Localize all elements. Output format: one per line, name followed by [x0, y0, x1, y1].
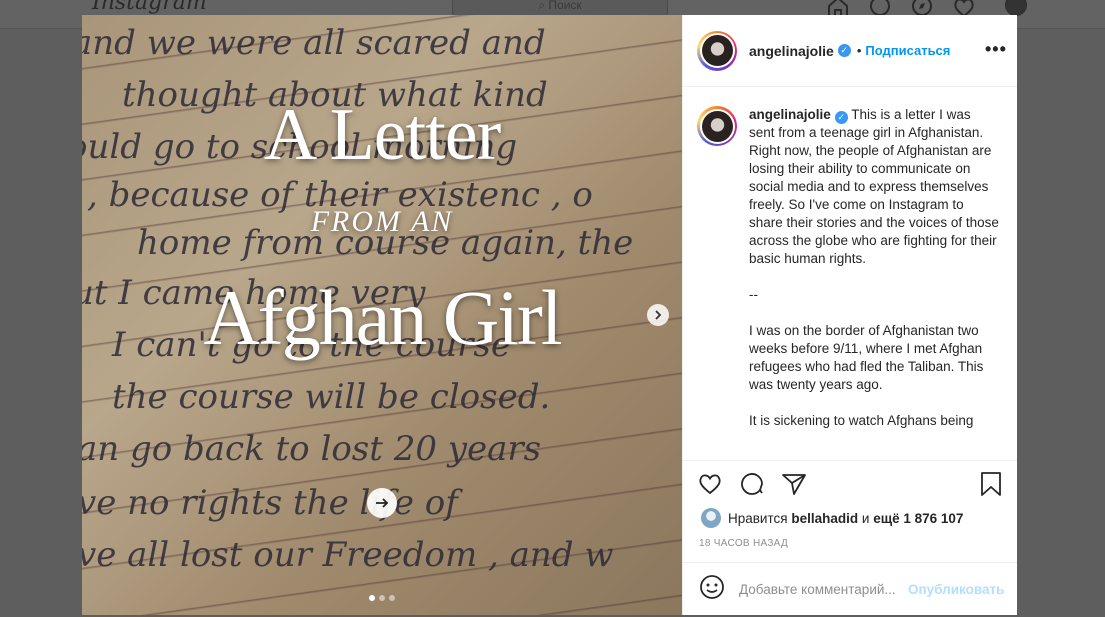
- actions-section: Нравится bellahadid и ещё 1 876 107 18 Ч…: [683, 460, 1017, 615]
- post-modal: and we were all scared and thought about…: [82, 15, 1017, 615]
- caption-story-ring[interactable]: [697, 106, 737, 146]
- comment-form: Добавьте комментарий... Опубликовать: [683, 562, 1017, 616]
- carousel-dot-active: [369, 595, 375, 601]
- likes-count[interactable]: ещё 1 876 107: [873, 511, 963, 526]
- instagram-logo[interactable]: Instagram: [92, 0, 207, 15]
- slide-title-line1: A Letter: [263, 94, 502, 176]
- verified-badge-icon: ✓: [837, 44, 851, 57]
- comment-input[interactable]: Добавьте комментарий...: [739, 582, 904, 597]
- bookmark-icon[interactable]: [978, 471, 1004, 497]
- header-separator: •: [856, 43, 862, 58]
- caption-avatar[interactable]: [701, 110, 733, 142]
- author-username[interactable]: angelinajolie: [749, 43, 834, 59]
- slide-title-line2: FROM AN: [310, 205, 454, 238]
- liker-avatar[interactable]: [701, 508, 721, 528]
- search-input[interactable]: ⌕ Поиск: [452, 0, 668, 16]
- handwriting-line: the course will be closed.: [112, 377, 551, 417]
- comment-icon[interactable]: [739, 471, 765, 497]
- liker-username[interactable]: bellahadid: [791, 511, 858, 526]
- search-placeholder: Поиск: [548, 0, 582, 12]
- caption-username[interactable]: angelinajolie: [749, 107, 831, 122]
- carousel-dot: [379, 595, 385, 601]
- handwriting-line: an go back to lost 20 years: [82, 429, 542, 469]
- more-options-icon[interactable]: •••: [985, 39, 1007, 60]
- handwriting-line: ve no rights the life of: [82, 483, 458, 523]
- publish-button[interactable]: Опубликовать: [908, 582, 1004, 597]
- profile-avatar[interactable]: [1005, 0, 1027, 16]
- post-media[interactable]: and we were all scared and thought about…: [82, 15, 682, 615]
- caption-body: This is a letter I was sent from a teena…: [749, 107, 999, 428]
- post-header: angelinajolie ✓ • Подписаться •••: [683, 15, 1017, 87]
- verified-badge-icon: ✓: [834, 110, 848, 124]
- like-heart-icon[interactable]: [697, 471, 723, 497]
- carousel-dots: [369, 595, 395, 601]
- post-sidebar: angelinajolie ✓ • Подписаться ••• angeli…: [682, 15, 1017, 615]
- handwriting-line: and we were all scared and: [82, 23, 546, 63]
- action-icons: [697, 471, 807, 497]
- caption-area: angelinajolie ✓ This is a letter I was se…: [683, 88, 1017, 460]
- story-ring[interactable]: [697, 30, 737, 71]
- carousel-dot: [389, 595, 395, 601]
- caption-text: angelinajolie ✓ This is a letter I was se…: [749, 106, 999, 460]
- handwriting-line: ve all lost our Freedom , and w: [82, 535, 614, 575]
- arrow-right-icon: [367, 488, 397, 518]
- likes-prefix: Нравится: [728, 510, 788, 526]
- next-slide-button[interactable]: [647, 304, 669, 326]
- author-avatar[interactable]: [701, 35, 733, 66]
- likes-and: и: [861, 510, 870, 526]
- share-icon[interactable]: [781, 471, 807, 497]
- post-timestamp[interactable]: 18 ЧАСОВ НАЗАД: [699, 538, 788, 549]
- chevron-right-icon: [655, 310, 662, 320]
- slide-title-line3: Afghan Girl: [203, 274, 562, 361]
- follow-button[interactable]: Подписаться: [865, 43, 950, 58]
- likes-summary: Нравится bellahadid и ещё 1 876 107: [701, 508, 963, 528]
- emoji-icon[interactable]: [699, 574, 725, 605]
